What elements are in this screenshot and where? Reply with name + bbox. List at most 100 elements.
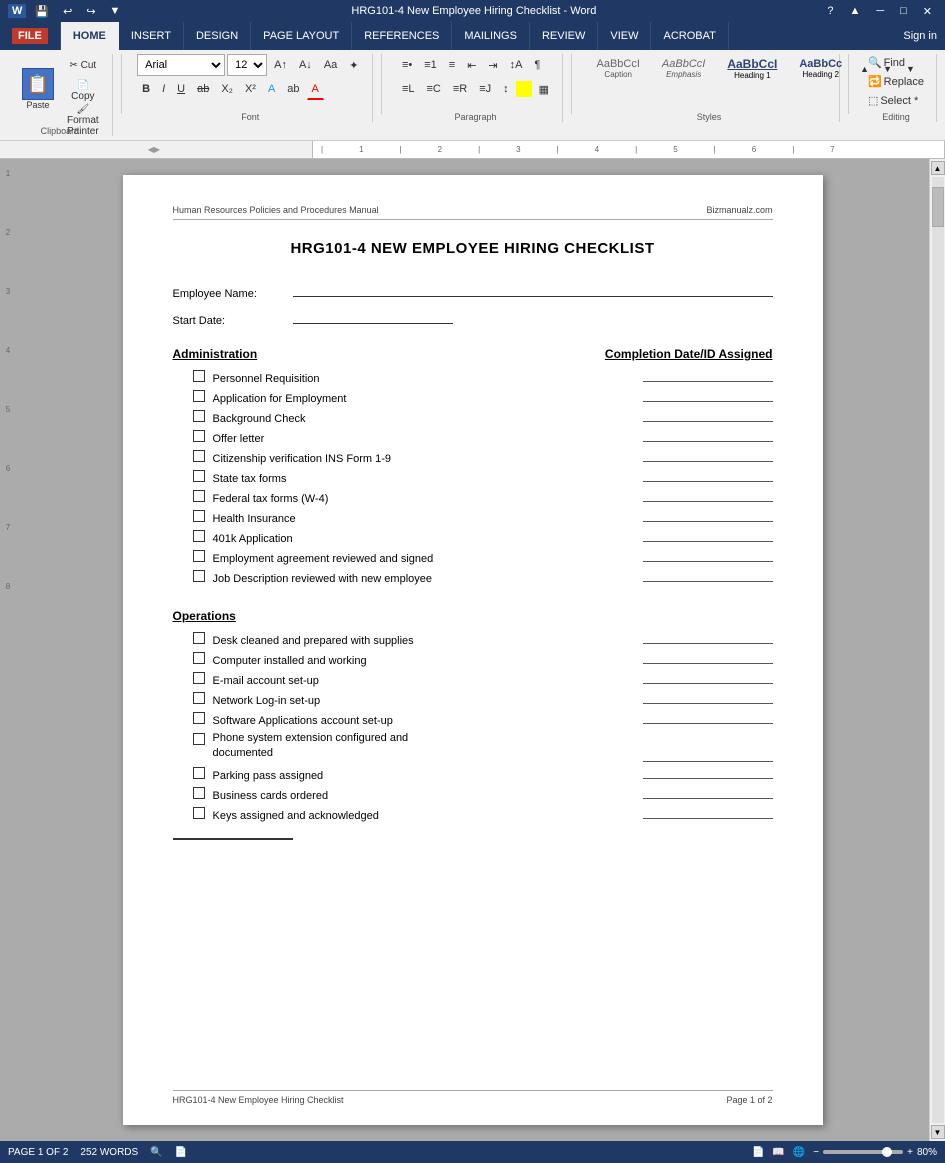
text-highlight-btn[interactable]: ab xyxy=(282,78,304,100)
format-painter-button[interactable]: 🖌 Format Painter xyxy=(62,102,104,124)
clear-format-btn[interactable]: ✦ xyxy=(344,54,363,76)
quick-redo-btn[interactable]: ↪ xyxy=(81,4,100,19)
copy-button[interactable]: 📄 Copy xyxy=(62,78,104,100)
font-size-select[interactable]: 12 xyxy=(227,54,267,76)
zoom-level[interactable]: 80% xyxy=(917,1147,937,1158)
checkbox-email[interactable] xyxy=(193,672,205,684)
tab-page-layout[interactable]: PAGE LAYOUT xyxy=(251,22,352,50)
zoom-thumb[interactable] xyxy=(882,1147,892,1157)
tab-references[interactable]: REFERENCES xyxy=(352,22,452,50)
checkbox-app-employment[interactable] xyxy=(193,390,205,402)
quick-save-btn[interactable]: 💾 xyxy=(30,4,54,19)
find-button[interactable]: 🔍 Find xyxy=(864,54,928,71)
checkbox-401k[interactable] xyxy=(193,530,205,542)
font-name-select[interactable]: Arial xyxy=(137,54,225,76)
ribbon-tabs: FILE HOME INSERT DESIGN PAGE LAYOUT REFE… xyxy=(0,22,945,50)
tab-review[interactable]: REVIEW xyxy=(530,22,598,50)
bullets-btn[interactable]: ≡• xyxy=(397,54,417,76)
checkbox-bg-check[interactable] xyxy=(193,410,205,422)
status-left: PAGE 1 OF 2 252 WORDS 🔍 📄 xyxy=(8,1147,187,1158)
view-print-btn[interactable]: 📄 xyxy=(752,1147,764,1158)
sign-in[interactable]: Sign in xyxy=(903,30,937,42)
font-shrink-btn[interactable]: A↓ xyxy=(294,54,317,76)
scroll-thumb[interactable] xyxy=(932,187,944,227)
tab-view[interactable]: VIEW xyxy=(598,22,651,50)
tab-insert[interactable]: INSERT xyxy=(119,22,184,50)
numbering-btn[interactable]: ≡1 xyxy=(419,54,442,76)
checkbox-federal-tax[interactable] xyxy=(193,490,205,502)
text-effects-btn[interactable]: A xyxy=(263,78,280,100)
underline-btn[interactable]: U xyxy=(172,78,190,100)
checkbox-state-tax[interactable] xyxy=(193,470,205,482)
minimize-btn[interactable]: ─ xyxy=(871,4,889,19)
style-heading2[interactable]: AaBbCc Heading 2 xyxy=(790,55,851,82)
checkbox-phone[interactable] xyxy=(193,733,205,745)
view-web-btn[interactable]: 🌐 xyxy=(793,1147,805,1158)
checkbox-network[interactable] xyxy=(193,692,205,704)
tab-file[interactable]: FILE xyxy=(0,22,61,50)
font-color-btn[interactable]: A xyxy=(307,78,324,100)
vertical-scrollbar[interactable]: ▲ ▼ xyxy=(929,159,945,1141)
superscript-btn[interactable]: X² xyxy=(240,78,261,100)
checkbox-parking[interactable] xyxy=(193,767,205,779)
bold-btn[interactable]: B xyxy=(137,78,155,100)
shading-btn[interactable] xyxy=(516,81,532,97)
show-formatting-btn[interactable]: ¶ xyxy=(529,54,545,76)
line-spacing-btn[interactable]: ↕ xyxy=(498,78,514,100)
tab-design[interactable]: DESIGN xyxy=(184,22,251,50)
checkbox-health-ins[interactable] xyxy=(193,510,205,522)
quick-more-btn[interactable]: ▼ xyxy=(105,4,126,18)
employee-name-field[interactable] xyxy=(293,281,773,297)
start-date-field[interactable] xyxy=(293,308,453,324)
help-btn[interactable]: ? xyxy=(822,4,838,19)
increase-indent-btn[interactable]: ⇥ xyxy=(483,54,502,76)
doc-icon: 📄 xyxy=(175,1147,187,1158)
scroll-up-btn[interactable]: ▲ xyxy=(931,161,945,175)
checkbox-keys[interactable] xyxy=(193,807,205,819)
checkbox-job-desc[interactable] xyxy=(193,570,205,582)
checkbox-computer[interactable] xyxy=(193,652,205,664)
sort-btn[interactable]: ↕A xyxy=(505,54,528,76)
checkbox-emp-agreement[interactable] xyxy=(193,550,205,562)
style-emphasis[interactable]: AaBbCcI Emphasis xyxy=(653,55,714,82)
multilevel-list-btn[interactable]: ≡ xyxy=(444,54,460,76)
tab-mailings[interactable]: MAILINGS xyxy=(452,22,530,50)
borders-btn[interactable]: ▦ xyxy=(534,78,554,100)
select-button[interactable]: ⬚ Select * xyxy=(864,92,928,109)
style-caption[interactable]: AaBbCcI Caption xyxy=(588,55,649,82)
align-center-btn[interactable]: ≡C xyxy=(421,78,445,100)
checkbox-offer-letter[interactable] xyxy=(193,430,205,442)
ribbon-toggle-btn[interactable]: ▲ xyxy=(844,4,865,19)
style-heading1[interactable]: AaBbCcI Heading 1 xyxy=(718,54,786,83)
cut-button[interactable]: ✂ Cut xyxy=(62,54,104,76)
quick-undo-btn[interactable]: ↩ xyxy=(58,4,77,19)
decrease-indent-btn[interactable]: ⇤ xyxy=(462,54,481,76)
close-btn[interactable]: ✕ xyxy=(918,4,937,19)
checkbox-desk[interactable] xyxy=(193,632,205,644)
italic-btn[interactable]: I xyxy=(157,78,170,100)
strikethrough-btn[interactable]: ab xyxy=(192,78,214,100)
checkbox-citizenship[interactable] xyxy=(193,450,205,462)
checkbox-software[interactable] xyxy=(193,712,205,724)
tab-acrobat[interactable]: ACROBAT xyxy=(651,22,728,50)
paste-button[interactable]: 📋 Paste xyxy=(16,66,60,112)
page[interactable]: Human Resources Policies and Procedures … xyxy=(123,175,823,1125)
justify-btn[interactable]: ≡J xyxy=(474,78,496,100)
doc-title[interactable]: HRG101-4 NEW EMPLOYEE HIRING CHECKLIST xyxy=(173,240,773,257)
maximize-btn[interactable]: □ xyxy=(895,4,912,19)
tab-home[interactable]: HOME xyxy=(61,22,119,50)
subscript-btn[interactable]: X₂ xyxy=(216,78,238,100)
align-right-btn[interactable]: ≡R xyxy=(448,78,472,100)
checkbox-personnel-req[interactable] xyxy=(193,370,205,382)
zoom-in-btn[interactable]: + xyxy=(907,1147,913,1158)
align-left-btn[interactable]: ≡L xyxy=(397,78,420,100)
scroll-track[interactable] xyxy=(932,177,944,1123)
replace-button[interactable]: 🔁 Replace xyxy=(864,73,928,90)
zoom-out-btn[interactable]: − xyxy=(813,1147,819,1158)
view-read-btn[interactable]: 📖 xyxy=(772,1147,784,1158)
checkbox-biz-cards[interactable] xyxy=(193,787,205,799)
change-case-btn[interactable]: Aa xyxy=(319,54,342,76)
font-grow-btn[interactable]: A↑ xyxy=(269,54,292,76)
scroll-down-btn[interactable]: ▼ xyxy=(931,1125,945,1139)
zoom-slider[interactable] xyxy=(823,1150,903,1154)
